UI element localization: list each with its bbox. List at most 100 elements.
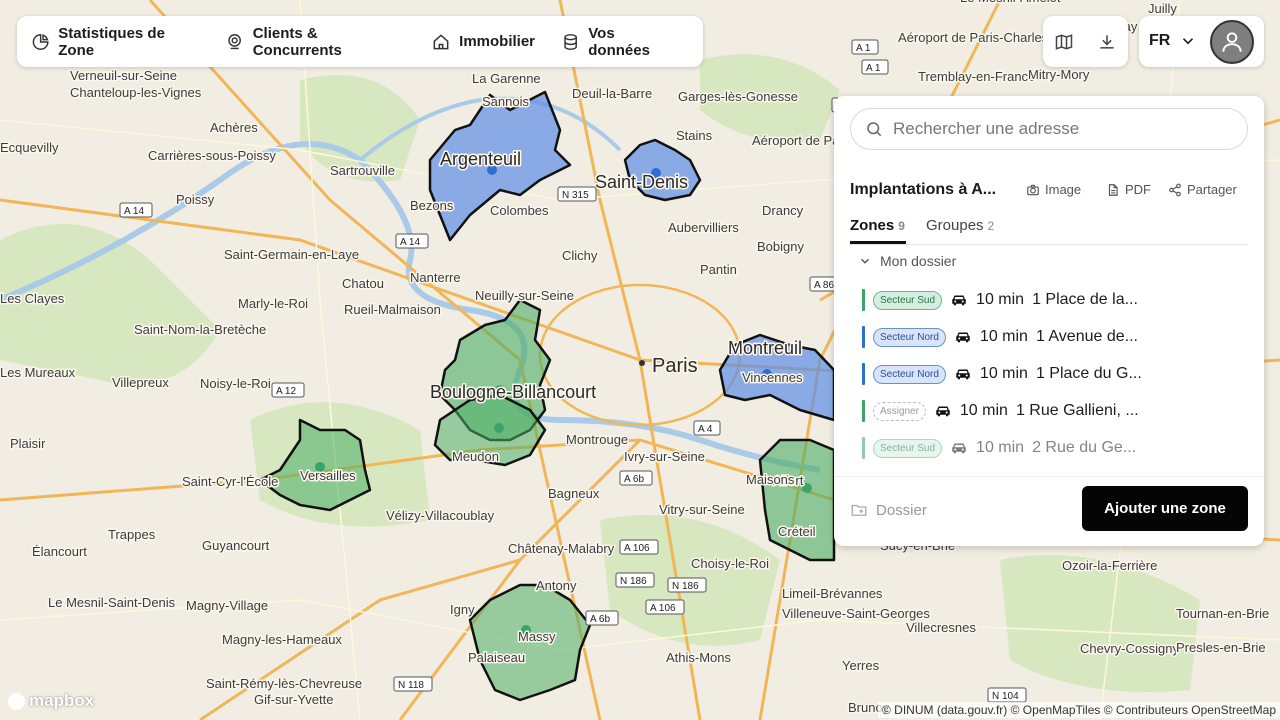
zone-sector-badge[interactable]: Secteur Sud: [873, 438, 943, 458]
car-icon: [956, 369, 970, 380]
map-place-label: Poissy: [176, 192, 215, 207]
zone-list-item[interactable]: Secteur Nord 10 min 1 Avenue de...: [862, 325, 1138, 349]
nav-statistiques-de-zone[interactable]: Statistiques de Zone: [31, 25, 199, 59]
mapbox-logo[interactable]: mapbox: [8, 691, 94, 711]
map-place-label: Magny-les-Hameaux: [222, 632, 342, 647]
map-place-label: Noisy-le-Roi: [200, 376, 271, 391]
zone-list-item[interactable]: Secteur Nord 10 min 1 Place du G...: [862, 362, 1142, 386]
car-icon: [956, 332, 970, 343]
map-place-label: Ozoir-la-Ferrière: [1062, 558, 1157, 573]
map-icon[interactable]: [1054, 32, 1074, 52]
zones-panel: Implantations à A... Image PDF Partager …: [834, 96, 1264, 546]
search-input[interactable]: [891, 118, 1225, 140]
zone-color-bar: [862, 289, 865, 311]
nav-label: Statistiques de Zone: [58, 24, 165, 59]
map-place-label: Garges-lès-Gonesse: [678, 89, 798, 104]
svg-text:A 14: A 14: [400, 237, 420, 248]
map-place-label: Ecquevilly: [0, 140, 59, 155]
svg-text:A 14: A 14: [124, 206, 144, 217]
map-place-label: Bobigny: [757, 239, 804, 254]
map-place-label: Magny-Village: [186, 598, 268, 613]
zone-sector-badge[interactable]: Secteur Nord: [873, 364, 946, 384]
svg-text:A 4: A 4: [698, 424, 713, 435]
road-shield: A 14: [119, 202, 153, 218]
zone-list-item[interactable]: Secteur Sud 10 min 2 Rue du Ge...: [862, 436, 1136, 460]
dossier-button[interactable]: Dossier: [850, 501, 927, 519]
car-icon: [952, 295, 966, 306]
map-place-label: Argenteuil: [440, 149, 521, 169]
export-pdf-button[interactable]: PDF: [1106, 182, 1151, 197]
tab-groupes[interactable]: Groupes 2: [926, 217, 994, 234]
map-place-label: Massy: [518, 629, 556, 644]
car-icon: [952, 443, 966, 454]
zone-assign-badge[interactable]: Assigner: [873, 401, 926, 421]
map-place-label: Élancourt: [32, 544, 87, 559]
map-place-label: Villecresnes: [906, 620, 976, 635]
road-shield: A 1: [861, 59, 889, 75]
tab-zones[interactable]: Zones 9: [850, 217, 905, 234]
nav-clients-concurrents[interactable]: Clients & Concurrents: [225, 25, 405, 59]
zone-color-bar: [862, 326, 865, 348]
svg-text:N 315: N 315: [562, 190, 589, 201]
map-place-label: Vélizy-Villacoublay: [386, 508, 495, 523]
map-place-label: Les Mureaux: [0, 365, 76, 380]
map-place-label: Stains: [676, 128, 713, 143]
export-pdf-label: PDF: [1125, 182, 1151, 197]
map-attribution[interactable]: © DINUM (data.gouv.fr) © OpenMapTiles © …: [877, 702, 1280, 718]
download-icon[interactable]: [1097, 32, 1117, 52]
map-place-label: Mitry-Mory: [1028, 67, 1090, 82]
road-shield: A 4: [693, 420, 721, 436]
road-shield: N 118: [393, 676, 433, 692]
map-tools: [1043, 16, 1128, 67]
road-shield: A 106: [645, 599, 685, 615]
map-place-label: Plaisir: [10, 436, 46, 451]
map-place-label: Maisons: [746, 472, 795, 487]
panel-tabs: Zones 9 Groupes 2: [850, 214, 1248, 245]
folder-toggle[interactable]: Mon dossier: [858, 253, 956, 269]
map-place-label: Verneuil-sur-Seine: [70, 68, 177, 83]
zone-list-item[interactable]: Secteur Sud 10 min 1 Place de la...: [862, 288, 1138, 312]
zone-color-bar: [862, 400, 865, 422]
map-place-label: Paris: [652, 355, 698, 377]
map-place-label: Vincennes: [742, 370, 803, 385]
zone-address: 1 Rue Gallieni, ...: [1015, 402, 1139, 419]
search-box[interactable]: [850, 108, 1248, 150]
map-place-label: Chatou: [342, 276, 384, 291]
chart-pie-icon: [32, 33, 49, 50]
zone-travel-time: 10 min: [976, 291, 1025, 308]
add-zone-button[interactable]: Ajouter une zone: [1082, 486, 1248, 531]
database-icon: [564, 33, 577, 50]
road-shield: N 104: [987, 687, 1027, 703]
document-icon: [1108, 183, 1118, 196]
avatar[interactable]: [1210, 20, 1254, 64]
map-place-label: Igny: [450, 602, 475, 617]
chevron-down-icon: [861, 258, 869, 264]
map-place-label: Deuil-la-Barre: [572, 86, 652, 101]
export-image-button[interactable]: Image: [1026, 182, 1081, 197]
road-shield: N 315: [557, 186, 597, 202]
map-place-label: Juilly: [1148, 1, 1177, 16]
zone-sector-badge[interactable]: Secteur Sud: [873, 290, 943, 310]
nav-vos-donnees[interactable]: Vos données: [561, 25, 677, 59]
active-tab-indicator: [850, 241, 906, 244]
svg-text:A 12: A 12: [276, 386, 296, 397]
map-place-label: Trappes: [108, 527, 156, 542]
map-place-label: Le Mesnil-Saint-Denis: [48, 595, 176, 610]
share-button[interactable]: Partager: [1168, 182, 1237, 197]
zone-color-bar: [862, 363, 865, 385]
dossier-label: Dossier: [876, 501, 927, 519]
car-icon: [936, 406, 950, 417]
nav-immobilier[interactable]: Immobilier: [431, 32, 535, 52]
map-place-label: Limeil-Brévannes: [782, 586, 883, 601]
map-place-label: Ivry-sur-Seine: [624, 449, 705, 464]
camera-icon: [1027, 184, 1039, 195]
zone-sector-badge[interactable]: Secteur Nord: [873, 327, 946, 347]
map-place-label: La Garenne: [472, 71, 541, 86]
map-place-label: Palaiseau: [468, 650, 525, 665]
top-navigation: Statistiques de Zone Clients & Concurren…: [17, 16, 703, 67]
map-place-label: Bagneux: [548, 486, 600, 501]
zone-address: 2 Rue du Ge...: [1032, 439, 1137, 456]
zone-list-item[interactable]: Assigner 10 min 1 Rue Gallieni, ...: [862, 399, 1139, 423]
panel-divider: [834, 476, 1264, 477]
road-shield: A 6b: [619, 470, 653, 486]
